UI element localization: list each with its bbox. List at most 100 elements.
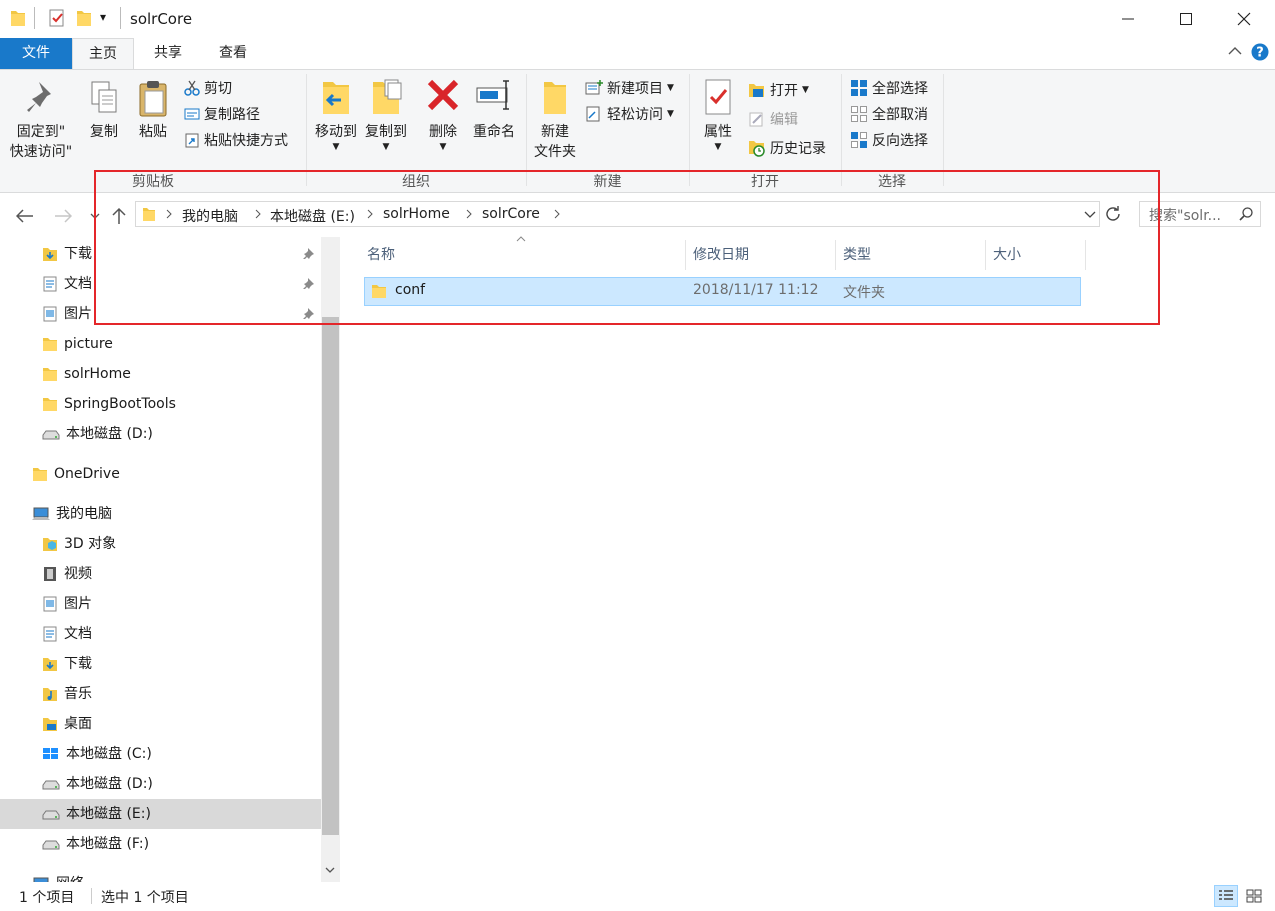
back-button[interactable] (14, 205, 36, 227)
nav-item-solrhome[interactable]: solrHome (42, 359, 131, 389)
details-view-button[interactable] (1214, 885, 1238, 907)
nav-item-music[interactable]: 音乐 (42, 679, 92, 709)
back-arrow-icon (16, 209, 33, 223)
paste-button[interactable]: 粘贴 (131, 80, 175, 142)
nav-item-springboottools[interactable]: SpringBootTools (42, 389, 176, 419)
properties-button[interactable]: 属性 ▼ (697, 78, 739, 152)
nav-item-label: 图片 (64, 596, 92, 612)
nav-item-label: 音乐 (64, 686, 92, 702)
help-icon[interactable]: ? (1251, 43, 1269, 61)
nav-item-documents-pinned[interactable]: 文档 (42, 269, 92, 299)
nav-item-drive-f[interactable]: 本地磁盘 (F:) (42, 829, 149, 859)
nav-item-drive-c[interactable]: 本地磁盘 (C:) (42, 739, 152, 769)
nav-item-downloads[interactable]: 下载 (42, 649, 92, 679)
videos-icon (44, 567, 56, 581)
copy-path-icon (184, 108, 200, 120)
nav-item-label: 本地磁盘 (E:) (66, 806, 151, 822)
move-to-button[interactable]: 移动到 ▼ (311, 78, 361, 152)
tab-view[interactable]: 查看 (203, 38, 263, 69)
qa-dropdown-icon[interactable]: ▾ (100, 10, 106, 24)
select-all-icon (851, 80, 867, 96)
select-all-button[interactable]: 全部选择 (850, 76, 928, 100)
invert-selection-icon (851, 132, 867, 148)
nav-item-label: SpringBootTools (64, 396, 176, 412)
nav-item-label: 本地磁盘 (F:) (66, 836, 150, 852)
easy-access-dropdown-icon: ▼ (667, 109, 674, 119)
new-item-button[interactable]: 新建项目 ▼ (585, 76, 674, 100)
easy-access-icon (586, 106, 600, 122)
cut-button[interactable]: 剪切 (184, 76, 232, 100)
edit-icon (749, 112, 763, 127)
copy-to-button[interactable]: 复制到 ▼ (361, 78, 411, 152)
copy-to-icon (361, 78, 411, 122)
nav-scrollbar-thumb[interactable] (322, 317, 339, 835)
rename-icon (469, 78, 519, 122)
nav-item-downloads-pinned[interactable]: 下载 (42, 239, 92, 269)
pin-label-2: 快速访问" (9, 144, 73, 160)
close-button[interactable] (1215, 0, 1273, 38)
music-icon (43, 688, 57, 701)
minimize-button[interactable] (1099, 0, 1157, 38)
nav-item-documents[interactable]: 文档 (42, 619, 92, 649)
scroll-down-icon[interactable] (325, 867, 335, 873)
nav-item-onedrive[interactable]: OneDrive (32, 459, 120, 489)
properties-qa-icon[interactable] (48, 9, 66, 27)
copy-button[interactable]: 复制 (82, 80, 126, 142)
nav-item-drive-e[interactable]: 本地磁盘 (E:) (0, 799, 321, 829)
edit-button[interactable]: 编辑 (748, 107, 798, 131)
nav-item-label: picture (64, 336, 113, 352)
forward-button[interactable] (52, 205, 74, 227)
move-to-label: 移动到 (315, 124, 357, 140)
select-none-label: 全部取消 (872, 107, 928, 123)
nav-item-3d-objects[interactable]: 3D 对象 (42, 529, 116, 559)
new-folder-qa-icon[interactable] (76, 9, 92, 27)
nav-item-picture[interactable]: picture (42, 329, 113, 359)
nav-item-label: 下载 (64, 246, 92, 262)
desktop-icon (43, 718, 57, 731)
easy-access-label: 轻松访问 (607, 107, 663, 123)
new-folder-label-2: 文件夹 (534, 144, 576, 160)
forward-arrow-icon (55, 209, 72, 223)
invert-selection-button[interactable]: 反向选择 (850, 128, 928, 152)
collapse-ribbon-icon[interactable] (1228, 46, 1242, 56)
open-button[interactable]: 打开 ▼ (748, 78, 809, 102)
search-icon[interactable] (1239, 207, 1253, 221)
status-bar: 1 个项目 选中 1 个项目 (0, 882, 1275, 911)
nav-item-label: solrHome (64, 366, 131, 382)
properties-icon (697, 78, 739, 122)
history-icon (749, 141, 765, 157)
drive-icon (42, 430, 60, 440)
delete-button[interactable]: 删除 ▼ (421, 78, 465, 152)
copy-path-button[interactable]: 复制路径 (184, 102, 260, 126)
new-folder-button[interactable]: 新建 文件夹 (530, 78, 580, 162)
rename-button[interactable]: 重命名 (469, 78, 519, 142)
invert-selection-label: 反向选择 (872, 133, 928, 149)
large-icons-view-button[interactable] (1242, 885, 1266, 907)
nav-item-desktop[interactable]: 桌面 (42, 709, 92, 739)
nav-item-drive-d[interactable]: 本地磁盘 (D:) (42, 769, 153, 799)
nav-item-videos[interactable]: 视频 (42, 559, 92, 589)
paste-shortcut-button[interactable]: 粘贴快捷方式 (184, 128, 288, 152)
pin-quick-access-button[interactable]: 固定到" 快速访问" (6, 80, 76, 162)
rename-label: 重命名 (473, 124, 515, 140)
nav-item-network[interactable]: 网络 (32, 869, 84, 882)
nav-item-label: 视频 (64, 566, 92, 582)
details-view-icon (1219, 890, 1233, 900)
tab-file[interactable]: 文件 (0, 38, 72, 69)
nav-item-pictures[interactable]: 图片 (42, 589, 92, 619)
folder-icon (43, 368, 57, 381)
history-label: 历史记录 (770, 141, 826, 157)
folder-icon (43, 338, 57, 351)
nav-item-pictures-pinned[interactable]: 图片 (42, 299, 92, 329)
maximize-button[interactable] (1157, 0, 1215, 38)
copy-label: 复制 (90, 124, 118, 140)
tab-home[interactable]: 主页 (72, 38, 134, 69)
tab-share[interactable]: 共享 (138, 38, 198, 69)
history-button[interactable]: 历史记录 (748, 136, 826, 160)
easy-access-button[interactable]: 轻松访问 ▼ (585, 102, 674, 126)
status-separator (91, 888, 92, 904)
nav-item-my-computer[interactable]: 我的电脑 (32, 499, 112, 529)
nav-item-drive-d-quick[interactable]: 本地磁盘 (D:) (42, 419, 153, 449)
folder-icon (43, 398, 57, 411)
select-none-button[interactable]: 全部取消 (850, 102, 928, 126)
